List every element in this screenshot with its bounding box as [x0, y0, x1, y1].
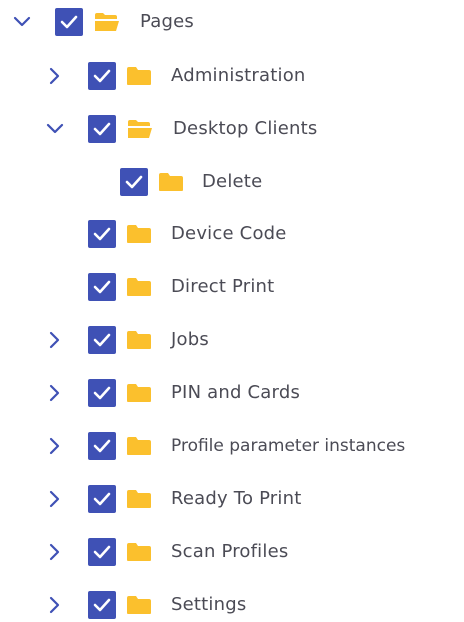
- tree-node-label: Device Code: [171, 223, 287, 244]
- folder-icon: [126, 66, 152, 86]
- check-icon: [93, 69, 111, 83]
- checkbox-ready-to-print[interactable]: [88, 485, 116, 513]
- tree-node-label: Pages: [140, 11, 194, 32]
- checkbox-pin-and-cards[interactable]: [88, 379, 116, 407]
- folder-open-icon: [127, 119, 153, 139]
- tree-node-label: Ready To Print: [171, 488, 302, 509]
- chevron-right-icon[interactable]: [43, 487, 67, 511]
- chevron-right-icon[interactable]: [43, 328, 67, 352]
- tree-node-direct-print[interactable]: Direct Print: [40, 269, 464, 305]
- checkbox-pages[interactable]: [55, 8, 83, 36]
- chevron-right-icon[interactable]: [43, 593, 67, 617]
- checkbox-device-code[interactable]: [88, 220, 116, 248]
- tree-node-label: Desktop Clients: [173, 118, 318, 139]
- tree-node-label: Administration: [171, 65, 306, 86]
- folder-icon: [126, 277, 152, 297]
- tree-node-administration[interactable]: Administration: [40, 58, 464, 94]
- folder-icon: [126, 489, 152, 509]
- folder-icon: [126, 436, 152, 456]
- checkbox-delete[interactable]: [120, 168, 148, 196]
- folder-open-icon: [94, 12, 120, 32]
- chevron-right-icon[interactable]: [43, 540, 67, 564]
- checkbox-jobs[interactable]: [88, 326, 116, 354]
- tree-node-settings[interactable]: Settings: [40, 587, 464, 622]
- tree-node-jobs[interactable]: Jobs: [40, 322, 464, 358]
- folder-icon: [126, 330, 152, 350]
- chevron-right-icon[interactable]: [43, 434, 67, 458]
- tree-node-label: Scan Profiles: [171, 541, 289, 562]
- checkbox-administration[interactable]: [88, 62, 116, 90]
- tree-node-label: Direct Print: [171, 276, 275, 297]
- tree-node-scan-profiles[interactable]: Scan Profiles: [40, 534, 464, 570]
- check-icon: [93, 439, 111, 453]
- chevron-down-icon[interactable]: [10, 10, 34, 34]
- tree-node-ready-to-print[interactable]: Ready To Print: [40, 481, 464, 517]
- tree-node-delete[interactable]: Delete: [116, 164, 464, 200]
- checkbox-desktop-clients[interactable]: [88, 115, 116, 143]
- check-icon: [93, 122, 111, 136]
- tree-node-label: Settings: [171, 594, 247, 615]
- check-icon: [93, 545, 111, 559]
- check-icon: [93, 227, 111, 241]
- folder-icon: [158, 172, 184, 192]
- check-icon: [93, 386, 111, 400]
- checkbox-profile-parameter-instances[interactable]: [88, 432, 116, 460]
- tree-node-pin-and-cards[interactable]: PIN and Cards: [40, 375, 464, 411]
- check-icon: [93, 598, 111, 612]
- tree-node-label: Jobs: [171, 329, 209, 350]
- tree-node-label: Delete: [202, 171, 263, 192]
- page-tree: Pages Administration Desktop Clients Del…: [0, 0, 464, 622]
- folder-icon: [126, 224, 152, 244]
- tree-node-profile-parameter-instances[interactable]: Profile parameter instances: [40, 428, 464, 464]
- check-icon: [93, 492, 111, 506]
- folder-icon: [126, 595, 152, 615]
- tree-node-device-code[interactable]: Device Code: [40, 216, 464, 252]
- tree-node-label: Profile parameter instances: [171, 436, 406, 456]
- check-icon: [60, 15, 78, 29]
- chevron-right-icon[interactable]: [43, 64, 67, 88]
- tree-node-label: PIN and Cards: [171, 382, 301, 403]
- folder-icon: [126, 383, 152, 403]
- tree-node-pages[interactable]: Pages: [0, 4, 464, 40]
- chevron-down-icon[interactable]: [43, 117, 67, 141]
- folder-icon: [126, 542, 152, 562]
- check-icon: [125, 175, 143, 189]
- check-icon: [93, 280, 111, 294]
- checkbox-settings[interactable]: [88, 591, 116, 619]
- checkbox-scan-profiles[interactable]: [88, 538, 116, 566]
- check-icon: [93, 333, 111, 347]
- checkbox-direct-print[interactable]: [88, 273, 116, 301]
- chevron-right-icon[interactable]: [43, 381, 67, 405]
- tree-node-desktop-clients[interactable]: Desktop Clients: [40, 111, 464, 147]
